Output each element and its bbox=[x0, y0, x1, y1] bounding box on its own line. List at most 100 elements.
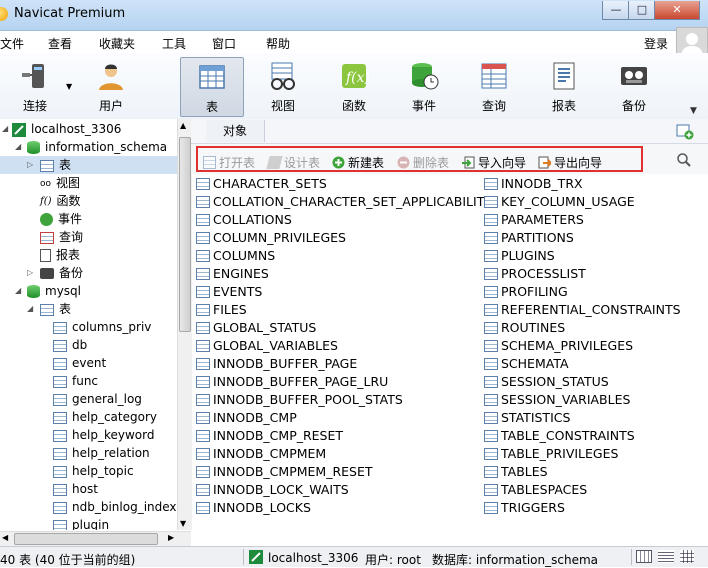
tree-item-events[interactable]: 事件 bbox=[40, 210, 82, 228]
menu-tools[interactable]: 工具 bbox=[162, 35, 186, 52]
table-list-item[interactable]: TRIGGERS bbox=[484, 499, 565, 517]
table-list-item[interactable]: SESSION_VARIABLES bbox=[484, 391, 630, 409]
menu-favorites[interactable]: 收藏夹 bbox=[99, 35, 135, 52]
tree-table[interactable]: func bbox=[53, 372, 98, 390]
menu-view[interactable]: 查看 bbox=[48, 35, 72, 52]
tree-db-mysql[interactable]: mysql bbox=[27, 282, 81, 300]
table-list-item[interactable]: PLUGINS bbox=[484, 247, 555, 265]
close-button[interactable]: ✕ bbox=[654, 1, 700, 20]
tree-item-views[interactable]: oo 视图 bbox=[40, 174, 80, 192]
table-list-item[interactable]: STATISTICS bbox=[484, 409, 570, 427]
table-list-item[interactable]: SESSION_STATUS bbox=[484, 373, 609, 391]
collapse-icon[interactable]: ◢ bbox=[15, 142, 21, 151]
new-table-button[interactable]: 新建表 bbox=[332, 154, 384, 172]
scroll-right-icon[interactable]: ▶ bbox=[168, 533, 174, 542]
scroll-up-icon[interactable]: ▲ bbox=[180, 121, 186, 130]
table-list-item[interactable]: ROUTINES bbox=[484, 319, 565, 337]
table-list-item[interactable]: INNODB_LOCK_WAITS bbox=[196, 481, 349, 499]
table-list-item[interactable]: INNODB_BUFFER_PAGE bbox=[196, 355, 357, 373]
menu-help[interactable]: 帮助 bbox=[266, 35, 290, 52]
table-list-item[interactable]: ENGINES bbox=[196, 265, 269, 283]
table-list-item[interactable]: KEY_COLUMN_USAGE bbox=[484, 193, 635, 211]
tree-table[interactable]: help_category bbox=[53, 408, 157, 426]
table-list-item[interactable]: INNODB_BUFFER_PAGE_LRU bbox=[196, 373, 388, 391]
tree-table[interactable]: general_log bbox=[53, 390, 142, 408]
tree-table[interactable]: help_topic bbox=[53, 462, 134, 480]
tree-table[interactable]: event bbox=[53, 354, 106, 372]
table-list-item[interactable]: COLUMNS bbox=[196, 247, 275, 265]
table-list-item[interactable]: PROCESSLIST bbox=[484, 265, 586, 283]
table-list-item[interactable]: TABLESPACES bbox=[484, 481, 587, 499]
table-list-item[interactable]: GLOBAL_VARIABLES bbox=[196, 337, 338, 355]
search-icon[interactable] bbox=[677, 153, 691, 167]
navigation-tree[interactable]: ◢ localhost_3306 ◢ information_schema ▷ … bbox=[0, 119, 177, 530]
table-list-item[interactable]: GLOBAL_STATUS bbox=[196, 319, 316, 337]
table-list-item[interactable]: EVENTS bbox=[196, 283, 262, 301]
table-list-item[interactable]: TABLE_PRIVILEGES bbox=[484, 445, 618, 463]
table-list-item[interactable]: SCHEMATA bbox=[484, 355, 569, 373]
table-list-item[interactable]: INNODB_LOCKS bbox=[196, 499, 311, 517]
table-list-item[interactable]: INNODB_CMPMEM bbox=[196, 445, 326, 463]
tree-table[interactable]: db bbox=[53, 336, 87, 354]
delete-table-button[interactable]: 删除表 bbox=[397, 154, 449, 172]
toolbar-connection-button[interactable]: 连接 bbox=[4, 57, 66, 115]
login-link[interactable]: 登录 bbox=[644, 35, 668, 52]
tree-hscroll-thumb[interactable] bbox=[14, 533, 158, 545]
table-list-item[interactable]: PARTITIONS bbox=[484, 229, 574, 247]
table-list-item[interactable]: PROFILING bbox=[484, 283, 568, 301]
toolbar-view-button[interactable]: 视图 bbox=[252, 57, 314, 115]
menu-file[interactable]: 文件 bbox=[0, 35, 24, 52]
tree-item-reports[interactable]: 报表 bbox=[40, 246, 80, 264]
table-list-item[interactable]: FILES bbox=[196, 301, 247, 319]
tree-item-tables[interactable]: 表 bbox=[40, 300, 71, 318]
tree-item-backups[interactable]: 备份 bbox=[40, 264, 83, 282]
tree-table[interactable]: host bbox=[53, 480, 98, 498]
minimize-button[interactable]: — bbox=[602, 1, 630, 20]
tree-table[interactable]: ndb_binlog_index bbox=[53, 498, 177, 516]
toolbar-user-button[interactable]: 用户 bbox=[80, 57, 142, 115]
table-list-item[interactable]: INNODB_TRX bbox=[484, 175, 583, 193]
table-list-item[interactable]: REFERENTIAL_CONSTRAINTS bbox=[484, 301, 681, 319]
maximize-button[interactable]: □ bbox=[628, 1, 656, 20]
table-list-item[interactable]: COLUMN_PRIVILEGES bbox=[196, 229, 346, 247]
scroll-left-icon[interactable]: ◀ bbox=[2, 533, 8, 542]
tree-table[interactable]: help_keyword bbox=[53, 426, 154, 444]
open-table-button[interactable]: 打开表 bbox=[203, 154, 255, 172]
tree-db-information-schema[interactable]: information_schema bbox=[27, 138, 167, 156]
table-list-item[interactable]: COLLATIONS bbox=[196, 211, 292, 229]
collapse-icon[interactable]: ◢ bbox=[27, 304, 33, 313]
import-wizard-button[interactable]: 导入向导 bbox=[462, 154, 526, 172]
collapse-icon[interactable]: ◢ bbox=[15, 286, 21, 295]
table-list-item[interactable]: COLLATION_CHARACTER_SET_APPLICABILITY bbox=[196, 193, 492, 211]
connection-dropdown-arrow-icon[interactable]: ▼ bbox=[66, 82, 72, 91]
design-table-button[interactable]: 设计表 bbox=[266, 154, 320, 172]
tree-scroll-thumb[interactable] bbox=[179, 137, 191, 332]
table-list-item[interactable]: CHARACTER_SETS bbox=[196, 175, 327, 193]
tab-objects[interactable]: 对象 bbox=[206, 120, 265, 142]
tree-connection[interactable]: localhost_3306 bbox=[12, 120, 121, 138]
toolbar-function-button[interactable]: f(x) 函数 bbox=[323, 57, 385, 115]
collapse-icon[interactable]: ◢ bbox=[2, 124, 8, 133]
grid-view-icon[interactable] bbox=[680, 550, 694, 563]
tree-item-queries[interactable]: 查询 bbox=[40, 228, 83, 246]
table-list-item[interactable]: INNODB_BUFFER_POOL_STATS bbox=[196, 391, 403, 409]
table-list-item[interactable]: PARAMETERS bbox=[484, 211, 584, 229]
toolbar-report-button[interactable]: 报表 bbox=[533, 57, 595, 115]
table-list-item[interactable]: TABLES bbox=[484, 463, 548, 481]
tree-item-tables-selected[interactable]: ▷ 表 bbox=[0, 156, 177, 174]
scroll-down-icon[interactable]: ▼ bbox=[180, 519, 186, 528]
tree-table[interactable]: help_relation bbox=[53, 444, 150, 462]
export-wizard-button[interactable]: 导出向导 bbox=[538, 154, 602, 172]
toolbar-query-button[interactable]: 查询 bbox=[463, 57, 525, 115]
expand-icon[interactable]: ▷ bbox=[27, 268, 33, 277]
menu-window[interactable]: 窗口 bbox=[212, 35, 236, 52]
tree-table[interactable]: columns_priv bbox=[53, 318, 151, 336]
new-query-tab-icon[interactable] bbox=[676, 124, 694, 140]
toolbar-event-button[interactable]: 事件 bbox=[393, 57, 455, 115]
list-view-icon[interactable] bbox=[636, 550, 652, 563]
toolbar-backup-button[interactable]: 备份 bbox=[603, 57, 665, 115]
table-list-item[interactable]: INNODB_CMP bbox=[196, 409, 297, 427]
toolbar-overflow-icon[interactable]: ▼ bbox=[690, 106, 697, 116]
detail-view-icon[interactable] bbox=[658, 550, 674, 563]
table-list-item[interactable]: SCHEMA_PRIVILEGES bbox=[484, 337, 633, 355]
